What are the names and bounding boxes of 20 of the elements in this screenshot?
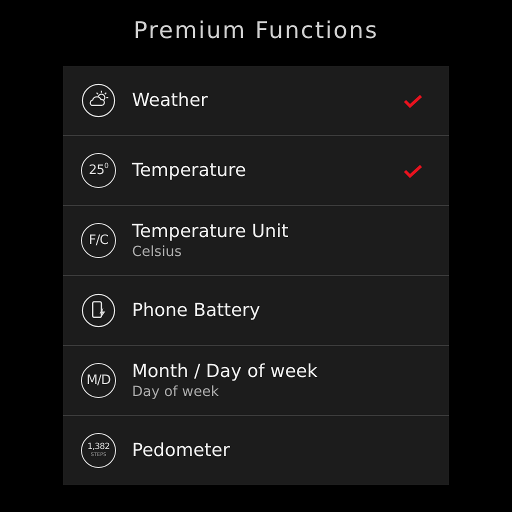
weather-icon [81, 83, 116, 118]
function-item[interactable]: Weather [63, 66, 449, 136]
function-badge: M/D [81, 363, 116, 398]
function-value: Day of week [132, 384, 220, 400]
function-title: Pedometer [132, 440, 231, 461]
function-title: Phone Battery [132, 300, 262, 321]
function-item[interactable]: 25$^{0}$ Temperature [63, 136, 449, 206]
function-badge: 25$^{0}$ [81, 153, 116, 188]
function-item[interactable]: M/D Month / Day of week Day of week [63, 346, 449, 416]
screen-title: Premium Functions [134, 17, 378, 46]
function-title: Weather [132, 90, 209, 111]
step-count: 1,382 [87, 443, 110, 452]
function-title: Temperature [132, 160, 248, 181]
function-title: Temperature Unit [132, 221, 290, 242]
function-badge: F/C [81, 223, 116, 258]
function-title: Month / Day of week [132, 361, 319, 382]
phone-charging-icon [81, 293, 116, 328]
function-item[interactable]: F/C Temperature Unit Celsius [63, 206, 449, 276]
function-item[interactable]: Phone Battery [63, 276, 449, 346]
function-value: Celsius [132, 244, 183, 260]
